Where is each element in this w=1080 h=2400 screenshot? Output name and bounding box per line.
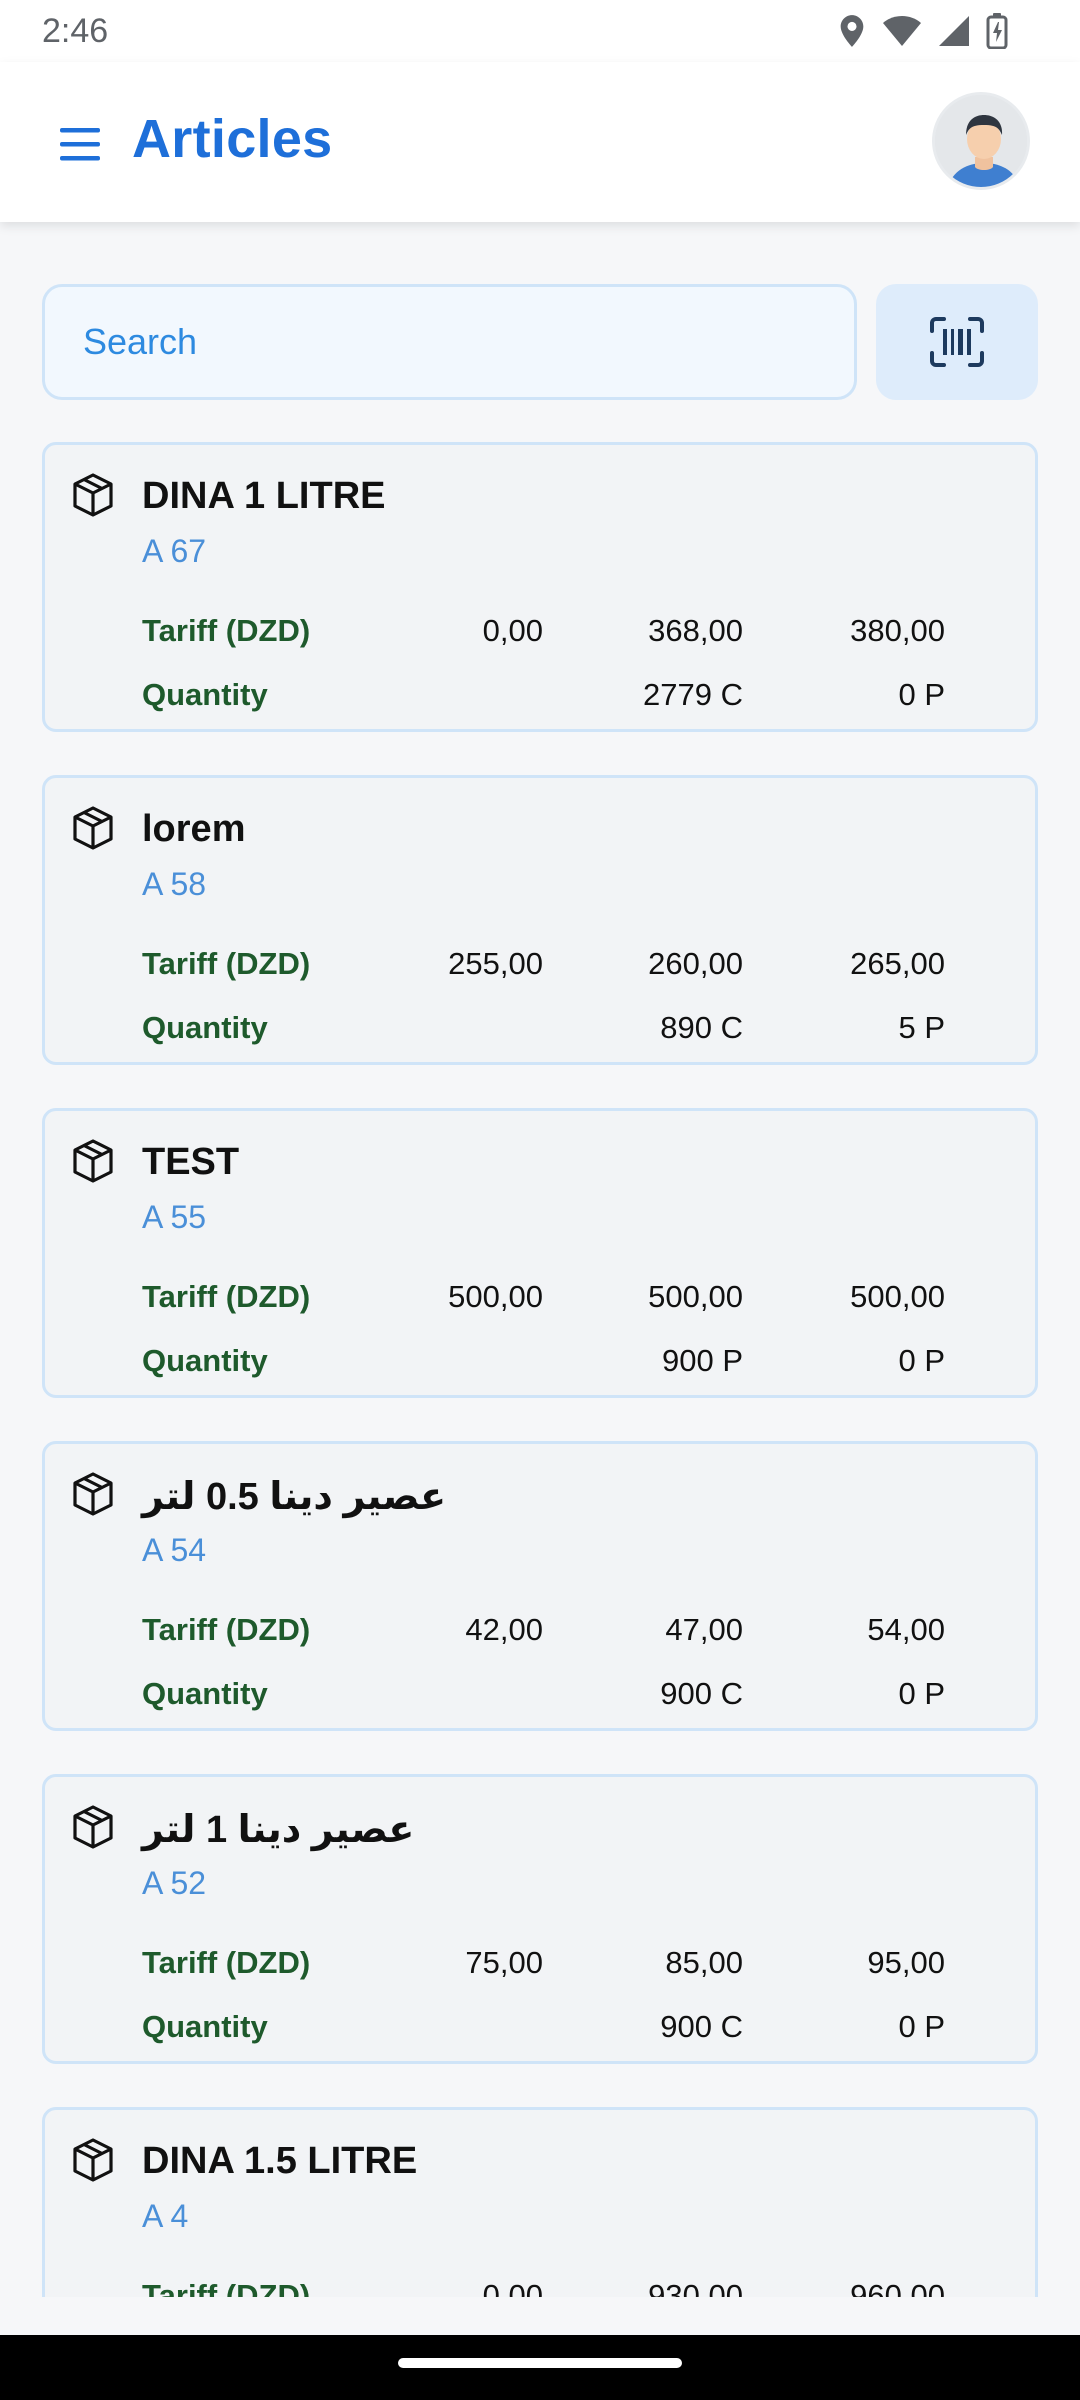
- tariff-value: 0,00: [482, 2278, 543, 2297]
- article-card[interactable]: TEST A 55 Tariff (DZD) 500,00 500,00 500…: [42, 1108, 1038, 1398]
- article-code: A 4: [142, 2198, 189, 2234]
- tariff-label: Tariff (DZD): [142, 613, 311, 648]
- quantity-label: Quantity: [142, 1010, 268, 1045]
- article-name: عصير دينا 0.5 لتر: [142, 1476, 447, 1518]
- quantity-value: 0 P: [898, 1343, 945, 1378]
- quantity-label: Quantity: [142, 1676, 268, 1711]
- tariff-value: 500,00: [648, 1279, 743, 1314]
- quantity-value: 0 P: [898, 2009, 945, 2044]
- quantity-value: 900 C: [660, 2009, 743, 2044]
- signal-icon: [939, 16, 969, 46]
- quantity-value: 0 P: [898, 677, 945, 712]
- article-name: DINA 1.5 LITRE: [142, 2140, 418, 2182]
- quantity-value: 900 P: [661, 1343, 743, 1378]
- avatar[interactable]: [932, 92, 1030, 190]
- tariff-value: 47,00: [665, 1612, 743, 1647]
- tariff-label: Tariff (DZD): [142, 1612, 311, 1647]
- tariff-value: 930,00: [648, 2278, 743, 2297]
- article-code: A 55: [142, 1199, 207, 1235]
- tariff-value: 265,00: [850, 946, 945, 981]
- package-icon: [73, 2138, 113, 2182]
- tariff-value: 95,00: [867, 1945, 945, 1980]
- tariff-value: 42,00: [465, 1612, 543, 1647]
- barcode-scan-icon: [930, 317, 984, 367]
- article-card[interactable]: عصير دينا 0.5 لتر A 54 Tariff (DZD) 42,0…: [42, 1441, 1038, 1731]
- article-name: lorem: [142, 808, 246, 850]
- user-avatar-icon: [935, 95, 1027, 187]
- tariff-value: 0,00: [482, 613, 543, 648]
- page-title: Articles: [132, 109, 333, 169]
- article-card[interactable]: عصير دينا 1 لتر A 52 Tariff (DZD) 75,00 …: [42, 1774, 1038, 2064]
- quantity-label: Quantity: [142, 677, 268, 712]
- quantity-label: Quantity: [142, 2009, 268, 2044]
- status-bar: 2:46: [0, 0, 1080, 62]
- package-icon: [73, 1472, 113, 1516]
- home-gesture-handle[interactable]: [398, 2358, 682, 2368]
- tariff-value: 960,00: [850, 2278, 945, 2297]
- tariff-label: Tariff (DZD): [142, 2278, 311, 2297]
- article-code: A 54: [142, 1532, 207, 1568]
- article-card[interactable]: DINA 1.5 LITRE A 4 Tariff (DZD) 0,00 930…: [42, 2107, 1038, 2297]
- article-name: TEST: [142, 1141, 240, 1183]
- tariff-value: 54,00: [867, 1612, 945, 1647]
- tariff-value: 500,00: [850, 1279, 945, 1314]
- quantity-label: Quantity: [142, 1343, 268, 1378]
- tariff-value: 500,00: [448, 1279, 543, 1314]
- menu-button[interactable]: [54, 120, 110, 168]
- tariff-label: Tariff (DZD): [142, 1945, 311, 1980]
- screen: 2:46 Articles Search DINA 1 LITRE A 67 T…: [0, 0, 1080, 2400]
- status-time: 2:46: [42, 11, 109, 50]
- tariff-value: 85,00: [665, 1945, 743, 1980]
- quantity-value: 2779 C: [643, 677, 743, 712]
- package-icon: [73, 1139, 113, 1183]
- article-list: DINA 1 LITRE A 67 Tariff (DZD) 0,00 368,…: [42, 442, 1038, 2297]
- status-icons: [838, 13, 1008, 49]
- tariff-value: 380,00: [850, 613, 945, 648]
- package-icon: [73, 806, 113, 850]
- quantity-value: 0 P: [898, 1676, 945, 1711]
- article-code: A 58: [142, 866, 207, 902]
- tariff-label: Tariff (DZD): [142, 946, 311, 981]
- article-code: A 52: [142, 1865, 207, 1901]
- location-icon: [840, 15, 864, 47]
- tariff-value: 255,00: [448, 946, 543, 981]
- tariff-value: 260,00: [648, 946, 743, 981]
- quantity-value: 890 C: [660, 1010, 743, 1045]
- package-icon: [73, 1805, 113, 1849]
- tariff-label: Tariff (DZD): [142, 1279, 311, 1314]
- hamburger-menu-icon: [60, 128, 100, 161]
- article-code: A 67: [142, 533, 207, 569]
- quantity-value: 5 P: [898, 1010, 945, 1045]
- tariff-value: 75,00: [465, 1945, 543, 1980]
- package-icon: [73, 473, 113, 517]
- search-row: [42, 284, 1038, 400]
- barcode-scan-button[interactable]: [876, 284, 1038, 400]
- quantity-value: 900 C: [660, 1676, 743, 1711]
- app-bar: Articles: [0, 62, 1080, 222]
- article-name: عصير دينا 1 لتر: [142, 1809, 415, 1851]
- tariff-value: 368,00: [648, 613, 743, 648]
- article-name: DINA 1 LITRE: [142, 475, 386, 517]
- search-input[interactable]: [42, 284, 857, 400]
- article-card[interactable]: DINA 1 LITRE A 67 Tariff (DZD) 0,00 368,…: [42, 442, 1038, 732]
- battery-charging-icon: [986, 13, 1008, 49]
- article-card[interactable]: lorem A 58 Tariff (DZD) 255,00 260,00 26…: [42, 775, 1038, 1065]
- wifi-icon: [883, 16, 921, 46]
- system-navigation-bar: [0, 2335, 1080, 2400]
